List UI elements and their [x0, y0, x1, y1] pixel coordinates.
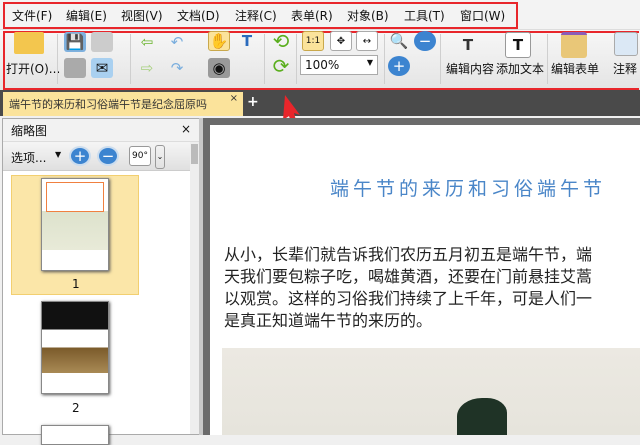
shrink-thumbnail-icon[interactable]: −: [97, 146, 119, 166]
rotate-ccw-icon[interactable]: ⟲: [270, 29, 292, 53]
zoom-in-icon[interactable]: +: [388, 56, 410, 76]
thumbnail-panel: 缩略图 × 选项... ▼ + − 90° ⌄ 1 2: [2, 118, 200, 445]
paragraph-line: 从小，长辈们就告诉我们农历五月初五是端午节，端: [224, 245, 593, 264]
comment-icon[interactable]: [614, 32, 638, 56]
edit-content-button[interactable]: 编辑内容: [446, 60, 494, 77]
tab-close-button[interactable]: ×: [230, 93, 238, 104]
rotate-dropdown[interactable]: ⌄: [155, 145, 165, 169]
menu-tools[interactable]: 工具(T): [404, 7, 445, 24]
select-text-icon[interactable]: T: [236, 31, 258, 51]
panel-title: 缩略图: [11, 124, 48, 138]
edit-form-button[interactable]: 编辑表单: [551, 60, 599, 77]
painting-figure: [457, 398, 507, 435]
menu-form[interactable]: 表单(R): [291, 7, 333, 24]
page-thumbnail-1[interactable]: [41, 178, 109, 271]
menu-file[interactable]: 文件(F): [12, 7, 52, 24]
menu-object[interactable]: 对象(B): [347, 7, 389, 24]
edit-form-icon[interactable]: [561, 32, 587, 58]
page-thumbnail-2[interactable]: [41, 301, 109, 394]
redo-icon[interactable]: ↷: [166, 58, 188, 78]
open-button[interactable]: 打开(O)...: [6, 60, 60, 77]
comment-button[interactable]: 注释: [613, 60, 637, 77]
zoom-out-icon[interactable]: −: [414, 31, 436, 51]
rotate-thumbnail-icon[interactable]: 90°: [129, 146, 151, 166]
zoom-marquee-icon[interactable]: 🔍: [388, 31, 410, 51]
options-dropdown[interactable]: 选项...: [11, 149, 46, 166]
zoom-value: 100%: [305, 58, 340, 72]
page-thumbnail-3[interactable]: [41, 425, 109, 445]
document-title: 端午节的来历和习俗端午节: [330, 178, 607, 200]
panel-toolbar: 选项... ▼ + − 90° ⌄: [3, 141, 199, 171]
rotate-label: 90°: [132, 151, 148, 161]
document-image: [222, 348, 640, 435]
panel-header: 缩略图 ×: [3, 119, 199, 141]
menu-view[interactable]: 视图(V): [121, 7, 163, 24]
next-page-icon[interactable]: ⇨: [136, 58, 158, 78]
save-icon[interactable]: 💾: [64, 32, 86, 52]
menu-comment[interactable]: 注释(C): [235, 7, 277, 24]
actual-size-icon[interactable]: 1:1: [302, 31, 324, 51]
paragraph-line: 是真正知道端午节的来历的。: [224, 311, 433, 330]
undo-icon[interactable]: ↶: [166, 32, 188, 52]
edit-content-icon[interactable]: T: [455, 32, 481, 58]
panel-close-button[interactable]: ×: [181, 122, 191, 136]
paragraph-line: 天我们要包粽子吃，喝雄黄酒，还要在门前悬挂艾蒿: [224, 267, 593, 286]
menu-document[interactable]: 文档(D): [177, 7, 220, 24]
tab-title: 端午节的来历和习俗端午节是纪念屈原吗: [9, 98, 207, 111]
menu-bar: 文件(F) 编辑(E) 视图(V) 文档(D) 注释(C) 表单(R) 对象(B…: [0, 0, 640, 30]
new-tab-button[interactable]: +: [247, 94, 259, 110]
enlarge-thumbnail-icon[interactable]: +: [69, 146, 91, 166]
add-text-button[interactable]: 添加文本: [496, 60, 544, 77]
page-number-1: 1: [72, 277, 80, 291]
folder-icon[interactable]: [14, 32, 44, 54]
menu-edit[interactable]: 编辑(E): [66, 7, 107, 24]
fit-width-icon[interactable]: ↔: [356, 31, 378, 51]
paragraph-line: 以观赏。这样的习俗我们持续了上千年，可是人们一: [224, 289, 593, 308]
email-icon[interactable]: ✉: [91, 58, 113, 78]
page-number-2: 2: [72, 401, 80, 415]
previous-page-icon[interactable]: ⇦: [136, 32, 158, 52]
print-icon[interactable]: [64, 58, 86, 78]
panel-scrollbar[interactable]: [190, 142, 199, 434]
toolbar: 打开(O)... 💾 ✉ ⇦ ⇨ ↶ ↷ ✋ T ◉ ⟲ ⟳ 1:1 ✥ ↔ 1…: [0, 29, 640, 90]
document-tab[interactable]: 端午节的来历和习俗端午节是纪念屈原吗 ×: [3, 92, 243, 116]
fit-page-icon[interactable]: ✥: [330, 31, 352, 51]
zoom-select[interactable]: 100% ▼: [300, 55, 378, 75]
snapshot-icon[interactable]: ◉: [208, 58, 230, 78]
menu-window[interactable]: 窗口(W): [460, 7, 505, 24]
rotate-cw-icon[interactable]: ⟳: [270, 54, 292, 78]
add-text-icon[interactable]: T: [505, 32, 531, 58]
hand-tool-icon[interactable]: ✋: [208, 31, 230, 51]
scanner-icon[interactable]: [91, 32, 113, 52]
